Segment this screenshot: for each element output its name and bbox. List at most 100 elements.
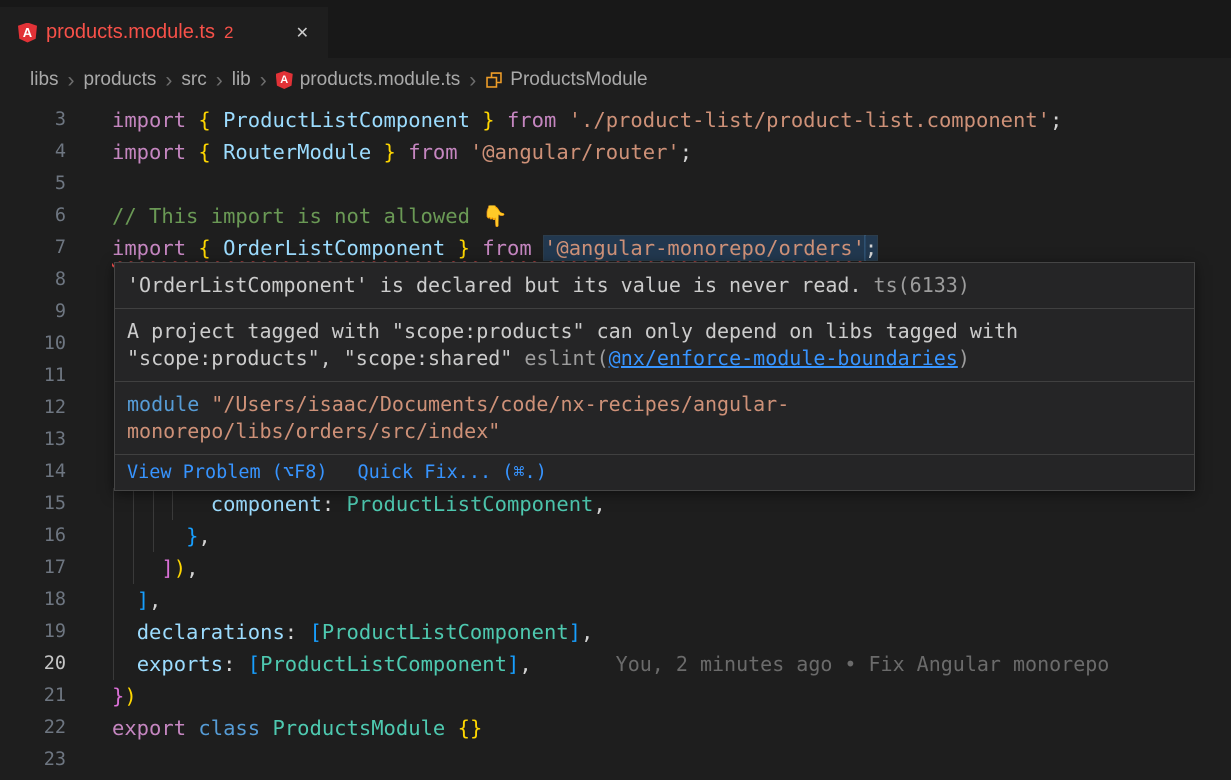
- code-line-6[interactable]: // This import is not allowed 👇: [112, 200, 1231, 232]
- token: ): [174, 556, 186, 580]
- line-number-9[interactable]: 9: [0, 296, 90, 328]
- chevron-right-icon: ›: [216, 70, 223, 91]
- token: ;: [865, 236, 877, 260]
- token: [112, 524, 186, 548]
- angular-icon: A: [276, 71, 293, 89]
- code-line-22[interactable]: export class ProductsModule {}: [112, 712, 1231, 744]
- code-line-7[interactable]: import { OrderListComponent } from '@ang…: [112, 232, 1231, 264]
- chevron-right-icon: ›: [260, 70, 267, 91]
- breadcrumb-item-file[interactable]: Aproducts.module.ts: [276, 69, 461, 91]
- hover-line: 'OrderListComponent' is declared but its…: [127, 272, 1182, 299]
- indent-guide: [153, 488, 154, 552]
- chevron-right-icon: ›: [165, 70, 172, 91]
- code-line-15[interactable]: component: ProductListComponent,: [112, 488, 1231, 520]
- line-number-10[interactable]: 10: [0, 328, 90, 360]
- token: {: [198, 236, 223, 260]
- token: ): [124, 684, 136, 708]
- token: ts(6133): [874, 273, 970, 297]
- code-line-18[interactable]: ],: [112, 584, 1231, 616]
- token: ]: [137, 588, 149, 612]
- rule-link[interactable]: @nx/enforce-module-boundaries: [609, 346, 958, 370]
- line-number-21[interactable]: 21: [0, 680, 90, 712]
- hover-actions: View Problem (⌥F8) Quick Fix... (⌘.): [115, 455, 1194, 490]
- token: [: [248, 652, 260, 676]
- line-number-3[interactable]: 3: [0, 104, 90, 136]
- token: }: [445, 236, 482, 260]
- hover-section-3: module "/Users/isaac/Documents/code/nx-r…: [115, 382, 1194, 455]
- token: ,: [581, 620, 593, 644]
- token: [112, 652, 137, 676]
- token: {: [198, 108, 223, 132]
- breadcrumb-symbol-label: ProductsModule: [510, 69, 647, 91]
- gutter: 34567891011121314151617181920212223: [0, 104, 90, 776]
- line-number-22[interactable]: 22: [0, 712, 90, 744]
- token: import: [112, 140, 198, 164]
- breadcrumb-item-lib[interactable]: lib: [232, 69, 251, 91]
- quick-fix-action[interactable]: Quick Fix... (⌘.): [357, 462, 546, 483]
- token: RouterModule: [223, 140, 371, 164]
- code-line-20[interactable]: exports: [ProductListComponent],You, 2 m…: [112, 648, 1231, 680]
- line-number-15[interactable]: 15: [0, 488, 90, 520]
- line-number-6[interactable]: 6: [0, 200, 90, 232]
- token: exports: [137, 652, 223, 676]
- token: ;: [1050, 108, 1062, 132]
- line-number-4[interactable]: 4: [0, 136, 90, 168]
- token: :: [223, 652, 248, 676]
- code-line-16[interactable]: },: [112, 520, 1231, 552]
- view-problem-action[interactable]: View Problem (⌥F8): [127, 462, 327, 483]
- breadcrumb-item-libs[interactable]: libs: [30, 69, 59, 91]
- line-number-12[interactable]: 12: [0, 392, 90, 424]
- hover-section-2: A project tagged with "scope:products" c…: [115, 309, 1194, 382]
- code-line-5[interactable]: [112, 168, 1231, 200]
- token: [: [309, 620, 321, 644]
- token: eslint(: [524, 346, 608, 370]
- line-number-19[interactable]: 19: [0, 616, 90, 648]
- code-line-19[interactable]: declarations: [ProductListComponent],: [112, 616, 1231, 648]
- token: [112, 588, 137, 612]
- code-line-17[interactable]: ]),: [112, 552, 1231, 584]
- token: monorepo/libs/orders/src/index": [127, 419, 500, 443]
- tab-products-module[interactable]: A products.module.ts 2 ✕: [0, 7, 328, 58]
- token: class: [198, 716, 272, 740]
- line-number-13[interactable]: 13: [0, 424, 90, 456]
- line-number-23[interactable]: 23: [0, 744, 90, 776]
- hover-line: "scope:products", "scope:shared" eslint(…: [127, 345, 1182, 372]
- token: // This import is not allowed: [112, 204, 482, 228]
- token: ]: [507, 652, 519, 676]
- token: ): [958, 346, 970, 370]
- line-number-14[interactable]: 14: [0, 456, 90, 488]
- line-number-8[interactable]: 8: [0, 264, 90, 296]
- token: ,: [519, 652, 531, 676]
- code-line-23[interactable]: [112, 744, 1231, 776]
- line-number-16[interactable]: 16: [0, 520, 90, 552]
- token: }: [371, 140, 408, 164]
- indent-guide: [172, 488, 173, 520]
- token: import: [112, 236, 198, 260]
- close-icon[interactable]: ✕: [291, 21, 314, 45]
- line-number-11[interactable]: 11: [0, 360, 90, 392]
- breadcrumb-item-symbol[interactable]: ProductsModule: [485, 69, 647, 91]
- editor: 34567891011121314151617181920212223 impo…: [0, 102, 1231, 780]
- token: 'OrderListComponent' is declared but its…: [127, 273, 874, 297]
- line-number-18[interactable]: 18: [0, 584, 90, 616]
- breadcrumb-file-label: products.module.ts: [300, 69, 461, 91]
- line-number-17[interactable]: 17: [0, 552, 90, 584]
- token: :: [322, 492, 347, 516]
- token: ,: [186, 556, 198, 580]
- token: ,: [198, 524, 210, 548]
- token: from: [482, 236, 544, 260]
- token: OrderListComponent: [223, 236, 445, 260]
- token: :: [285, 620, 310, 644]
- token: '@angular-monorepo/orders': [544, 236, 865, 260]
- line-number-5[interactable]: 5: [0, 168, 90, 200]
- code-line-21[interactable]: }): [112, 680, 1231, 712]
- line-number-7[interactable]: 7: [0, 232, 90, 264]
- hover-line: A project tagged with "scope:products" c…: [127, 318, 1182, 345]
- breadcrumb-item-products[interactable]: products: [84, 69, 157, 91]
- code-line-4[interactable]: import { RouterModule } from '@angular/r…: [112, 136, 1231, 168]
- token: ProductsModule: [272, 716, 457, 740]
- line-number-20[interactable]: 20: [0, 648, 90, 680]
- tab-filename: products.module.ts: [46, 21, 215, 44]
- code-line-3[interactable]: import { ProductListComponent } from './…: [112, 104, 1231, 136]
- breadcrumb-item-src[interactable]: src: [181, 69, 206, 91]
